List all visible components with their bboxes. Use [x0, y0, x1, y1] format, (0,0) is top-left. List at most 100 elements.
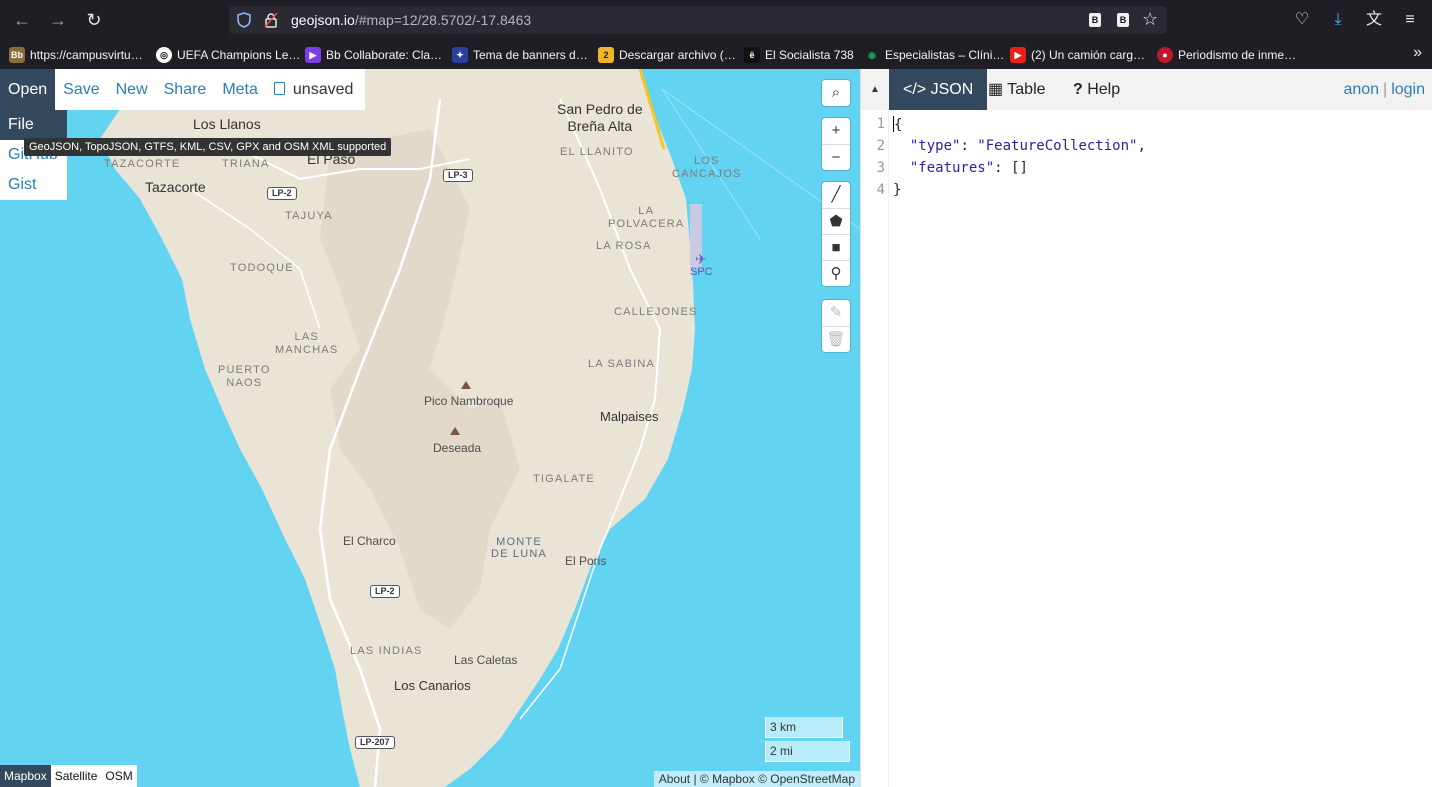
code-token: []	[1011, 160, 1028, 176]
downloads-icon[interactable]: ⤓	[1327, 9, 1349, 31]
tab-help[interactable]: ? Help	[1059, 69, 1134, 110]
back-icon[interactable]: ←	[10, 8, 34, 32]
mountain-peak-icon	[450, 427, 460, 435]
zoom-out-icon[interactable]: −	[822, 144, 850, 170]
line-number: 4	[876, 182, 885, 198]
file-name[interactable]: unsaved	[266, 69, 366, 110]
search-control: ⌕	[822, 80, 850, 106]
bookmark-item[interactable]: Bb https://campusvirtu…	[9, 46, 143, 64]
url-host: geojson.io	[291, 12, 355, 28]
code-icon: </>	[903, 81, 931, 98]
file-formats-tooltip: GeoJSON, TopoJSON, GTFS, KML, CSV, GPX a…	[24, 138, 392, 156]
bookmark-label: UEFA Champions Le…	[177, 48, 301, 62]
map-place-label: San Pedro de Breña Alta	[557, 101, 643, 134]
map-place-label: CALLEJONES	[614, 306, 698, 318]
code-line[interactable]: "features": []	[893, 160, 1028, 176]
extension-icon[interactable]: B	[1117, 13, 1129, 27]
url-text[interactable]: geojson.io/#map=12/28.5702/-17.8463	[291, 12, 531, 28]
draw-polygon-icon[interactable]: ⬟	[822, 208, 850, 234]
url-path: /#map=12/28.5702/-17.8463	[354, 12, 532, 28]
zoom-in-icon[interactable]: +	[822, 118, 850, 144]
extension-icon[interactable]: B	[1089, 13, 1101, 27]
bookmark-item[interactable]: ◎ UEFA Champions Le…	[156, 46, 300, 64]
bookmark-label: Bb Collaborate: Cla…	[326, 48, 443, 62]
map-place-label: LA ROSA	[596, 240, 652, 252]
draw-rectangle-icon[interactable]: ■	[822, 234, 850, 260]
new-button[interactable]: New	[108, 69, 156, 110]
layer-osm[interactable]: OSM	[101, 765, 136, 787]
bb-icon: Bb	[9, 47, 25, 63]
bookmark-item[interactable]: 2 Descargar archivo (…	[598, 46, 736, 64]
code-line[interactable]: "type": "FeatureCollection",	[893, 138, 1146, 154]
map-place-label: PUERTO NAOS	[218, 364, 271, 389]
open-file-item[interactable]: File	[0, 110, 67, 140]
save-button[interactable]: Save	[55, 69, 107, 110]
map-place-label: TAZACORTE	[104, 158, 181, 170]
road-shield: LP-2	[267, 187, 297, 200]
road-shield: LP-3	[443, 169, 473, 182]
bookmark-item[interactable]: ▶ Bb Collaborate: Cla…	[305, 46, 442, 64]
code-token: "FeatureCollection"	[977, 138, 1138, 154]
anon-link[interactable]: anon	[1343, 81, 1379, 98]
tab-table-label: Table	[1007, 81, 1046, 98]
map-canvas[interactable]: Los Llanos El Paso Tazacorte TAZACORTE T…	[0, 69, 860, 787]
map-attribution[interactable]: About | © Mapbox © OpenStreetMap	[653, 771, 860, 787]
bookmark-item[interactable]: ✦ Tema de banners d…	[452, 46, 588, 64]
scale-mi: 2 mi	[765, 741, 850, 762]
login-link[interactable]: login	[1391, 81, 1425, 98]
tab-table[interactable]: ▦ Table	[974, 69, 1060, 110]
map-place-label: Los Canarios	[394, 678, 471, 693]
lock-icon[interactable]	[264, 12, 278, 28]
code-line[interactable]: }	[893, 182, 901, 198]
draw-marker-icon[interactable]: ⚲	[822, 260, 850, 286]
code-line[interactable]: {	[893, 116, 902, 133]
file-name-label: unsaved	[292, 81, 354, 98]
translate-icon[interactable]: 文	[1363, 9, 1385, 31]
user-area: anon | login	[1343, 69, 1425, 110]
trash-icon[interactable]: 🗑	[822, 326, 850, 352]
hamburger-menu-icon[interactable]: ≡	[1399, 9, 1421, 31]
search-icon[interactable]: ⌕	[822, 80, 850, 106]
bookmark-item[interactable]: ● Periodismo de inme…	[1157, 46, 1296, 64]
bookmark-item[interactable]: ë El Socialista 738	[744, 46, 854, 64]
draw-line-icon[interactable]: ╱	[822, 182, 850, 208]
edit-icon[interactable]: ✎	[822, 300, 850, 326]
layer-mapbox[interactable]: Mapbox	[0, 765, 51, 787]
bookmark-label: Tema de banners d…	[473, 48, 588, 62]
bookmark-label: https://campusvirtu…	[30, 48, 143, 62]
shield-icon[interactable]	[237, 12, 251, 28]
mountain-peak-icon	[461, 381, 471, 389]
map-place-label: LAS MANCHAS	[275, 331, 339, 356]
map-place-label: Deseada	[433, 441, 482, 455]
bookmark-label: Especialistas – Clíni…	[885, 48, 1005, 62]
map-place-label: TODOQUE	[230, 262, 294, 274]
open-menu-button[interactable]: Open	[0, 69, 56, 110]
map-place-label: EL LLANITO	[560, 146, 634, 158]
open-gist-item[interactable]: Gist	[0, 170, 67, 200]
url-bar[interactable]: geojson.io/#map=12/28.5702/-17.8463 B B …	[229, 6, 1167, 34]
map-place-label: TAJUYA	[285, 210, 333, 222]
layer-satellite[interactable]: Satellite	[51, 765, 102, 787]
bookmark-star-icon[interactable]: ☆	[1142, 9, 1158, 30]
map-place-label: MONTE DE LUNA	[491, 536, 548, 560]
bookmarks-bar: Bb https://campusvirtu… ◎ UEFA Champions L…	[0, 40, 1432, 69]
editor-panel: ▲ </> JSON ▦ Table ? Help anon | login 1 2…	[860, 69, 1432, 787]
meta-button[interactable]: Meta	[214, 69, 266, 110]
forward-icon[interactable]: →	[46, 8, 70, 32]
browser-toolbar: ← → ↻ geojson.io/#map=12/28.5702/-17.846…	[0, 0, 1432, 40]
map-place-label: Malpaises	[600, 409, 659, 424]
reload-icon[interactable]: ↻	[82, 8, 106, 32]
more-bookmarks-icon[interactable]: »	[1413, 44, 1422, 62]
clinic-icon: ◉	[868, 50, 876, 60]
tab-json[interactable]: </> JSON	[889, 69, 988, 110]
bookmark-item[interactable]: ◉ Especialistas – Clíni…	[864, 46, 1004, 64]
share-button[interactable]: Share	[156, 69, 215, 110]
bookmark-label: Periodismo de inme…	[1178, 48, 1297, 62]
bookmark-label: Descargar archivo (…	[619, 48, 736, 62]
zoom-control: + −	[822, 118, 850, 170]
collapse-panel-icon[interactable]: ▲	[861, 69, 889, 110]
download-file-icon: 2	[598, 47, 614, 63]
bookmark-item[interactable]: ▶ (2) Un camión carg…	[1010, 46, 1145, 64]
pocket-icon[interactable]: ♡	[1291, 9, 1313, 31]
collaborate-icon: ▶	[305, 47, 321, 63]
